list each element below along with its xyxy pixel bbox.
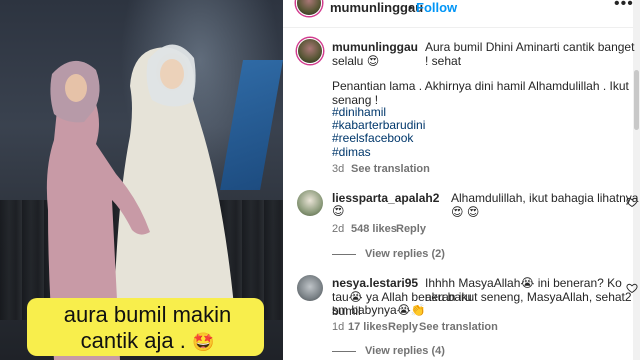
hashtag-reelsfacebook[interactable]: #reelsfacebook [332,131,413,145]
comment1-avatar[interactable] [297,190,323,216]
hashtag-dinihamil[interactable]: #dinihamil [332,105,386,119]
comment2-see-translation-button[interactable]: See translation [419,321,498,333]
comment1-username[interactable]: liessparta_apalah2 [332,191,439,205]
post-author-username[interactable]: mumunlinggau [332,40,418,54]
comment2-text-line3: sm babynya😭👏 [332,303,426,317]
comment2-timestamp[interactable]: 1d [332,321,344,333]
comment1-timestamp[interactable]: 2d [332,223,344,235]
comment2-avatar[interactable] [297,275,323,301]
hashtag-dimas[interactable]: #dimas [332,145,371,159]
comment1-view-replies-button[interactable]: View replies (2) [365,248,445,260]
post-text-line1: Aura bumil Dhini Aminarti cantik banget … [425,40,635,68]
more-options-icon[interactable]: ••• [614,0,634,13]
comment1-text-line1: Alhamdulillah, ikut bahagia lihatnya 😍 😍 [451,191,639,219]
comment2-like-heart-icon[interactable] [626,282,638,294]
follow-button[interactable]: Follow [416,0,457,15]
comment1-like-heart-icon[interactable] [626,196,638,208]
header-divider [283,27,633,28]
comment1-text-line2: 😍 [332,204,345,218]
video-caption-line2-text: cantik aja . [80,328,186,353]
hashtag-kabarterbarudini[interactable]: #kabarterbarudini [332,118,425,132]
reel-video[interactable]: aura bumil makin cantik aja . 🤩 [0,0,283,360]
comment2-replies-line [332,351,356,352]
comment2-likes-count[interactable]: 17 likes [348,321,388,333]
post-see-translation-button[interactable]: See translation [351,163,430,175]
post-text-line2: selalu 😍 [332,54,380,68]
comment1-replies-line [332,254,356,255]
comment1-reply-button[interactable]: Reply [396,223,426,235]
comment2-reply-button[interactable]: Reply [388,321,418,333]
video-caption-line2: cantik aja . 🤩 [37,328,258,355]
comment1-likes-count[interactable]: 548 likes [351,223,397,235]
header-separator: • [408,0,413,15]
post-timestamp[interactable]: 3d [332,163,344,175]
post-text-line3: Penantian lama . Akhirnya dini hamil Alh… [332,79,629,107]
video-caption: aura bumil makin cantik aja . 🤩 [27,298,264,356]
comment2-view-replies-button[interactable]: View replies (4) [365,345,445,357]
comment2-username[interactable]: nesya.lestari95 [332,276,418,290]
star-struck-emoji: 🤩 [191,332,215,352]
video-caption-line1: aura bumil makin [63,302,232,327]
post-author-avatar[interactable] [297,38,323,64]
